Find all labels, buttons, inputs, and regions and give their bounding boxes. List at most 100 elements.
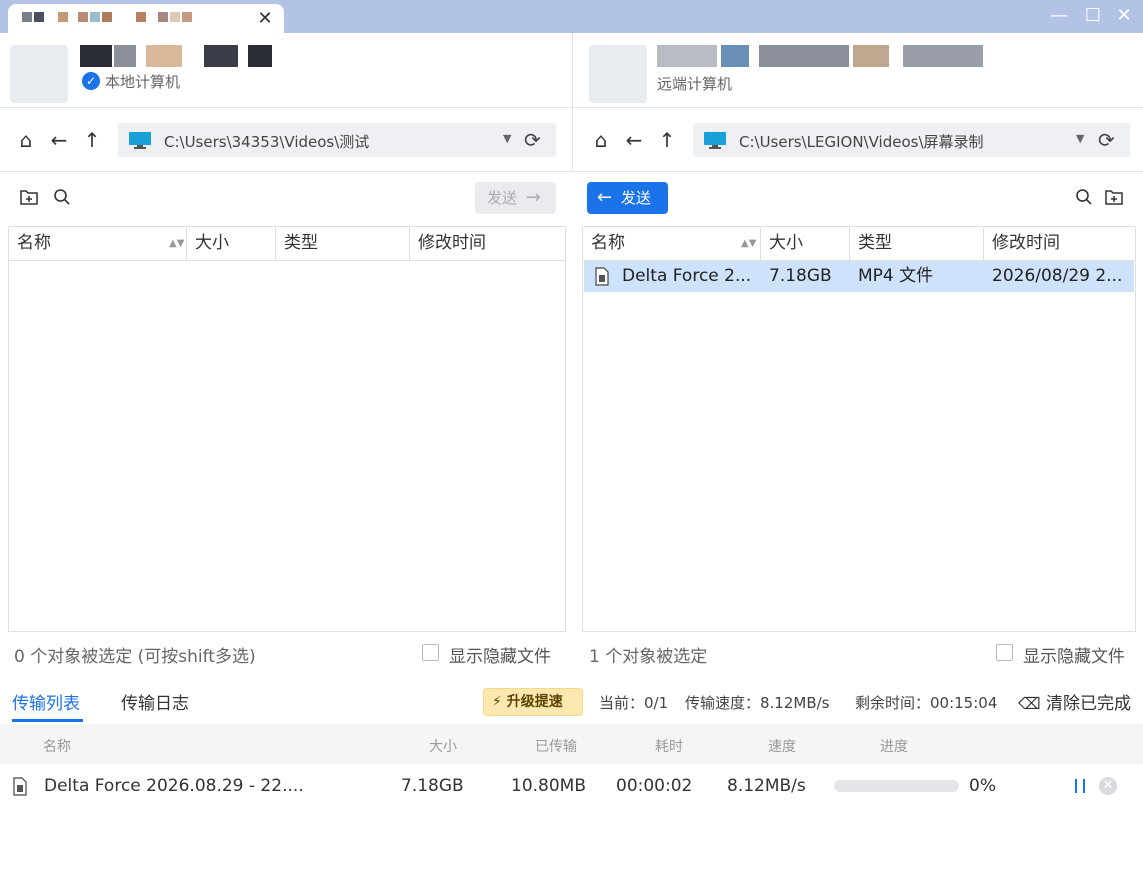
remote-device-name-obscured: [759, 45, 849, 67]
remote-path-selector[interactable]: C:\Users\LEGION\Videos\屏幕录制 ▼ ⟳: [693, 123, 1130, 157]
transfer-row[interactable]: Delta Force 2026.08.29 - 22.... 7.18GB 1…: [0, 764, 1143, 808]
remote-path-text: C:\Users\LEGION\Videos\屏幕录制: [739, 133, 984, 151]
remote-file-list[interactable]: 名称 ▲▼ 大小 类型 修改时间 Delta Force 2... 7.18GB…: [582, 226, 1136, 632]
transfer-transferred: 10.80MB: [511, 776, 586, 796]
column-transferred: 已传输: [535, 739, 577, 755]
local-device-name-obscured: [80, 45, 112, 67]
file-row[interactable]: Delta Force 2... 7.18GB MP4 文件 2026/08/2…: [584, 261, 1134, 292]
column-name[interactable]: 名称: [9, 227, 187, 260]
file-type: MP4 文件: [858, 266, 934, 286]
dropdown-caret-icon[interactable]: ▼: [1076, 132, 1084, 145]
remote-selection-status: 1 个对象被选定: [589, 647, 708, 667]
home-icon[interactable]: ⌂: [589, 128, 613, 152]
remote-device-name-obscured: [903, 45, 983, 67]
local-computer-label: 本地计算机: [105, 73, 181, 91]
tab-close-icon[interactable]: ✕: [254, 8, 276, 30]
file-name: Delta Force 2...: [622, 266, 752, 286]
up-arrow-icon[interactable]: ↑: [80, 128, 104, 152]
back-arrow-icon[interactable]: ←: [47, 128, 71, 152]
send-label: 发送: [487, 189, 518, 207]
local-device-name-obscured: [204, 45, 238, 67]
lightning-icon: ⚡: [492, 694, 502, 710]
minimize-button[interactable]: —: [1047, 4, 1071, 28]
local-path-text: C:\Users\34353\Videos\测试: [164, 133, 370, 151]
tab-title-obscured: [136, 12, 146, 22]
local-show-hidden-label[interactable]: 显示隐藏文件: [449, 642, 551, 667]
column-type[interactable]: 类型: [850, 227, 984, 260]
refresh-icon[interactable]: ⟳: [524, 128, 541, 152]
remote-device-name-obscured: [853, 45, 889, 67]
remote-show-hidden-checkbox[interactable]: [996, 644, 1013, 661]
remote-device-name-obscured: [657, 45, 717, 67]
column-size[interactable]: 大小: [187, 227, 276, 260]
remote-show-hidden-label[interactable]: 显示隐藏文件: [1023, 642, 1125, 667]
back-arrow-icon[interactable]: ←: [622, 128, 646, 152]
file-icon: [13, 777, 27, 796]
close-window-button[interactable]: ✕: [1112, 4, 1136, 28]
pause-icon[interactable]: [1072, 776, 1088, 796]
local-selection-status: 0 个对象被选定 (可按shift多选): [14, 647, 256, 667]
column-size[interactable]: 大小: [761, 227, 850, 260]
active-tab-indicator: [12, 719, 83, 722]
send-to-local-button[interactable]: ← 发送: [587, 182, 668, 214]
transfer-elapsed: 00:00:02: [616, 776, 693, 796]
current-count: 当前：0/1: [599, 694, 669, 712]
search-icon[interactable]: [51, 188, 73, 210]
column-speed: 速度: [768, 739, 796, 755]
session-tab[interactable]: ✕: [8, 4, 284, 34]
remote-computer-header: 远端计算机: [573, 33, 1143, 108]
cancel-transfer-icon[interactable]: ✕: [1099, 777, 1117, 795]
column-name[interactable]: 名称: [583, 227, 761, 260]
clear-completed-button[interactable]: ⌫ 清除已完成: [1018, 689, 1131, 714]
local-computer-header: ✓ 本地计算机: [0, 33, 572, 108]
local-device-name-obscured: [114, 45, 136, 67]
tab-transfer-log[interactable]: 传输日志: [121, 689, 189, 714]
file-icon: [595, 267, 609, 286]
local-path-selector[interactable]: C:\Users\34353\Videos\测试 ▼ ⟳: [118, 123, 556, 157]
column-elapsed: 耗时: [655, 739, 683, 755]
verified-check-icon: ✓: [82, 72, 100, 90]
column-progress: 进度: [880, 739, 908, 755]
refresh-icon[interactable]: ⟳: [1098, 128, 1115, 152]
monitor-icon: [129, 132, 151, 149]
sort-icon[interactable]: ▲▼: [741, 227, 756, 260]
column-modified[interactable]: 修改时间: [410, 227, 566, 260]
column-modified[interactable]: 修改时间: [984, 227, 1136, 260]
transfer-progress-text: 0%: [969, 776, 996, 796]
upgrade-speed-button[interactable]: ⚡ 升级提速: [483, 688, 583, 716]
file-modified: 2026/08/29 2...: [992, 266, 1123, 286]
upgrade-label: 升级提速: [506, 694, 563, 710]
transfer-table-header: 名称 大小 已传输 耗时 速度 进度: [0, 724, 1143, 764]
maximize-button[interactable]: ☐: [1081, 4, 1105, 28]
sort-icon[interactable]: ▲▼: [169, 227, 184, 260]
tab-title-obscured: [170, 12, 180, 22]
remote-table-header: 名称 ▲▼ 大小 类型 修改时间: [583, 227, 1135, 261]
remote-device-name-obscured: [721, 45, 749, 67]
local-nav-bar: ⌂ ← ↑ C:\Users\34353\Videos\测试 ▼ ⟳: [0, 108, 572, 172]
right-arrow-icon: →: [525, 187, 541, 208]
local-device-name-obscured: [146, 45, 182, 67]
new-folder-icon[interactable]: [1103, 188, 1125, 210]
file-size: 7.18GB: [769, 266, 832, 286]
search-icon[interactable]: [1073, 188, 1095, 210]
tab-transfer-list[interactable]: 传输列表: [12, 689, 80, 714]
up-arrow-icon[interactable]: ↑: [655, 128, 679, 152]
remaining-time: 剩余时间：00:15:04: [855, 694, 998, 712]
home-icon[interactable]: ⌂: [14, 128, 38, 152]
column-size: 大小: [429, 739, 457, 755]
dropdown-caret-icon[interactable]: ▼: [503, 132, 511, 145]
remote-computer-label: 远端计算机: [657, 75, 733, 93]
progress-bar: [834, 780, 959, 792]
transfer-speed-value: 8.12MB/s: [727, 776, 806, 796]
local-file-list[interactable]: 名称 ▲▼ 大小 类型 修改时间: [8, 226, 566, 632]
tab-title-obscured: [34, 12, 44, 22]
send-to-remote-button[interactable]: 发送 →: [475, 182, 556, 214]
transfer-file-size: 7.18GB: [401, 776, 464, 796]
column-type[interactable]: 类型: [276, 227, 410, 260]
new-folder-icon[interactable]: [18, 188, 40, 210]
remote-avatar: [589, 45, 647, 103]
send-label: 发送: [620, 189, 651, 207]
tab-title-obscured: [158, 12, 168, 22]
local-show-hidden-checkbox[interactable]: [422, 644, 439, 661]
column-name: 名称: [43, 739, 71, 755]
